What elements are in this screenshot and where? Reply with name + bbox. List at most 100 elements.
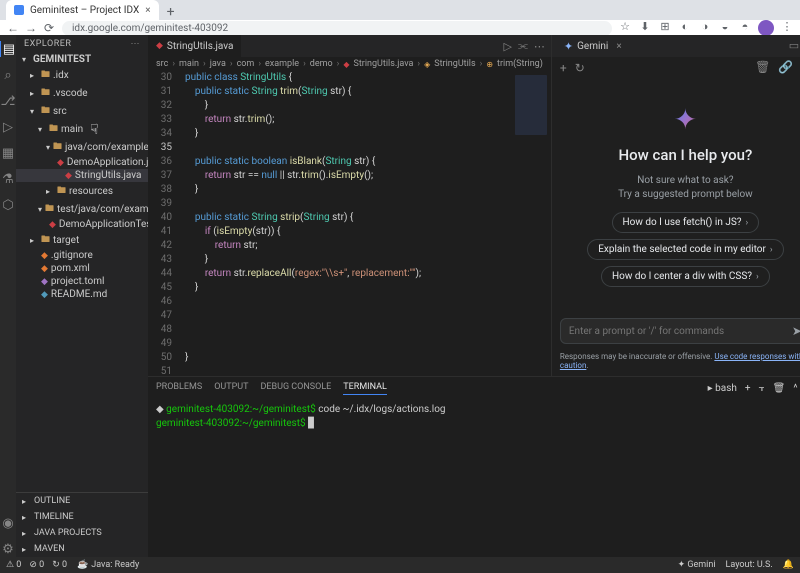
folder-item[interactable]: ▸🖿.vscode (16, 84, 148, 102)
test-icon[interactable]: ⚗ (0, 171, 16, 187)
folder-item[interactable]: ▾🖿main (16, 120, 148, 138)
tab-title: Geminitest – Project IDX (30, 5, 139, 16)
breadcrumb-item[interactable]: src (156, 59, 168, 69)
reload-icon[interactable]: ⟳ (42, 21, 56, 35)
suggestion-chip[interactable]: How do I center a div with CSS?› (601, 266, 770, 287)
explorer-sidebar: EXPLORER ⋯ ▾ GEMINITEST ▸🖿.idx▸🖿.vscode▾… (16, 35, 148, 557)
suggestion-chip[interactable]: Explain the selected code in my editor› (587, 239, 783, 260)
gemini-prompt-field[interactable] (569, 326, 792, 337)
address-bar[interactable]: idx.google.com/geminitest-403092 (62, 21, 612, 36)
folder-item[interactable]: ▾🖿src (16, 102, 148, 120)
download-icon[interactable]: ⬇ (638, 20, 652, 36)
ext3-icon[interactable]: ◒ (718, 20, 732, 36)
terminal-shell-label[interactable]: ▸ bash (708, 383, 737, 394)
status-item[interactable]: ⚠ 0 (6, 560, 21, 570)
breadcrumb-item[interactable]: StringUtils (434, 59, 475, 69)
delete-icon[interactable]: 🗑 (755, 60, 770, 75)
panel-layout-icon[interactable]: ▭ (789, 39, 799, 53)
explorer-menu-icon[interactable]: ⋯ (131, 39, 141, 49)
panel-tab[interactable]: TERMINAL (343, 382, 387, 395)
item-label: resources (69, 186, 113, 197)
extensions-icon[interactable]: ⊞ (658, 20, 672, 36)
status-item[interactable]: ↻ 0 (52, 560, 67, 570)
suggestion-chip[interactable]: How do I use fetch() in JS?› (612, 212, 760, 233)
send-icon[interactable]: ➤ (792, 324, 800, 338)
breadcrumb-item[interactable]: example (265, 59, 299, 69)
sidebar-section[interactable]: ▸TIMELINE (16, 509, 148, 525)
status-java[interactable]: ☕ Java: Ready (77, 560, 139, 570)
terminal-maximize-icon[interactable]: ^ (793, 383, 797, 394)
account-icon[interactable]: ◉ (0, 515, 16, 531)
tab-close-icon[interactable]: × (145, 5, 150, 16)
link-icon[interactable]: 🔗 (778, 60, 793, 75)
project-root[interactable]: ▾ GEMINITEST (16, 53, 148, 66)
panel-tab[interactable]: OUTPUT (214, 382, 248, 395)
file-item[interactable]: ◆project.toml (16, 275, 148, 288)
status-item[interactable]: ✦ Gemini (678, 560, 716, 570)
status-item[interactable]: ⊘ 0 (29, 560, 44, 570)
browser-tab[interactable]: Geminitest – Project IDX × (6, 0, 159, 20)
profile-avatar-icon[interactable] (758, 20, 774, 36)
extensions-view-icon[interactable]: ▦ (0, 145, 16, 161)
breadcrumbs[interactable]: src›main›java›com›example›demo›◆StringUt… (148, 57, 551, 71)
ext1-icon[interactable]: ◐ (678, 20, 692, 36)
breadcrumb-item[interactable]: main (179, 59, 199, 69)
breadcrumb-item[interactable]: com (237, 59, 255, 69)
breadcrumb-item[interactable]: demo (310, 59, 333, 69)
source-control-icon[interactable]: ⎇ (0, 93, 16, 109)
ext4-icon[interactable]: ◓ (738, 20, 752, 36)
file-item[interactable]: ◆DemoApplicationTests.java (16, 218, 148, 231)
breadcrumb-item[interactable]: java (210, 59, 226, 69)
idx-icon[interactable]: ⬡ (0, 197, 16, 213)
back-icon[interactable]: ← (6, 21, 20, 35)
code-content[interactable]: public class StringUtils { public static… (180, 71, 511, 376)
sidebar-section[interactable]: ▸OUTLINE (16, 493, 148, 509)
new-tab-button[interactable]: + (161, 4, 181, 20)
gemini-tab-bar: ✦ Gemini × ▭ ⛶ (552, 35, 800, 57)
split-icon[interactable]: ⫘ (518, 39, 528, 53)
file-item[interactable]: ◆README.md (16, 288, 148, 301)
terminal-body[interactable]: ◆ geminitest-403092:~/geminitest$ code ~… (148, 399, 800, 557)
bottom-panel: PROBLEMS OUTPUT DEBUG CONSOLE TERMINAL ▸ ba… (148, 376, 800, 557)
menu-icon[interactable]: ⋮ (780, 20, 794, 36)
file-item[interactable]: ◆pom.xml (16, 262, 148, 275)
run-icon[interactable]: ▷ (504, 40, 512, 53)
breadcrumb-item[interactable]: trim(String) (497, 59, 543, 69)
url-text: idx.google.com/geminitest-403092 (72, 23, 228, 34)
settings-icon[interactable]: ⚙ (0, 541, 16, 557)
terminal-kill-icon[interactable]: 🗑 (773, 383, 786, 394)
more-icon[interactable]: ⋯ (534, 40, 545, 53)
file-item[interactable]: ◆DemoApplication.java (16, 156, 148, 169)
minimap[interactable] (511, 71, 551, 376)
sidebar-section[interactable]: ▸MAVEN (16, 541, 148, 557)
line-number: 31 (148, 85, 172, 99)
gemini-tab[interactable]: ✦ Gemini × (558, 40, 628, 53)
forward-icon[interactable]: → (24, 21, 38, 35)
status-item[interactable]: Layout: U.S. (726, 560, 773, 570)
file-item[interactable]: ◆.gitignore (16, 249, 148, 262)
history-icon[interactable]: ↻ (575, 61, 585, 75)
ext2-icon[interactable]: ◑ (698, 20, 712, 36)
file-item[interactable]: ◆StringUtils.java (16, 169, 148, 182)
panel-tab[interactable]: DEBUG CONSOLE (260, 382, 331, 395)
code-editor[interactable]: 3031323334353637383940414243444546474849… (148, 71, 551, 376)
run-debug-icon[interactable]: ▷ (0, 119, 16, 135)
editor-tab[interactable]: ◆ StringUtils.java (148, 35, 242, 57)
folder-item[interactable]: ▾🖿test/java/com/example/demo (16, 200, 148, 218)
sidebar-section[interactable]: ▸JAVA PROJECTS (16, 525, 148, 541)
terminal-split-icon[interactable]: ⫟ (759, 383, 765, 394)
gemini-input[interactable]: ➤ (560, 318, 800, 344)
explorer-icon[interactable]: ▤ (0, 41, 15, 57)
gemini-tab-close-icon[interactable]: × (616, 41, 621, 52)
folder-item[interactable]: ▸🖿.idx (16, 66, 148, 84)
breadcrumb-item[interactable]: StringUtils.java (354, 59, 414, 69)
star-icon[interactable]: ☆ (618, 20, 632, 36)
panel-tab[interactable]: PROBLEMS (156, 382, 202, 395)
folder-item[interactable]: ▾🖿java/com/example/demo (16, 138, 148, 156)
terminal-new-icon[interactable]: + (745, 383, 751, 394)
search-icon[interactable]: ⌕ (0, 67, 16, 83)
folder-item[interactable]: ▸🖿target (16, 231, 148, 249)
folder-item[interactable]: ▸🖿resources (16, 182, 148, 200)
new-chat-icon[interactable]: + (560, 61, 567, 75)
notifications-icon[interactable]: 🔔 (783, 560, 794, 570)
